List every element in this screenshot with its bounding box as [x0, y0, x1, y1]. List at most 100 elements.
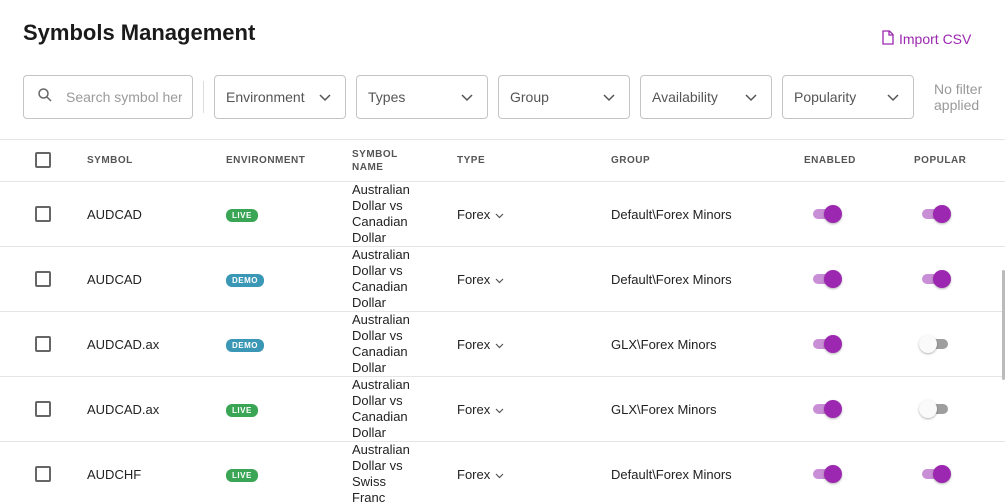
environment-select-label: Environment: [226, 89, 305, 105]
table-row[interactable]: AUDCAD.ax LIVE Australian Dollar vs Canadi…: [0, 377, 1005, 442]
enabled-toggle[interactable]: [811, 465, 842, 483]
symbol-name-line: Australian: [352, 442, 410, 457]
type-dropdown[interactable]: Forex: [457, 272, 504, 287]
column-header-environment[interactable]: ENVIRONMENT: [226, 155, 305, 166]
environment-badge: LIVE: [226, 209, 258, 222]
symbol-name-line: Canadian: [352, 279, 408, 294]
symbol-name-line: Dollar vs: [352, 198, 403, 213]
search-box[interactable]: [23, 75, 193, 119]
chevron-down-icon: [495, 337, 504, 352]
type-label: Forex: [457, 207, 491, 222]
group-cell: Default\Forex Minors: [611, 272, 732, 287]
type-dropdown[interactable]: Forex: [457, 402, 504, 417]
type-label: Forex: [457, 272, 491, 287]
symbol-name-line: Dollar vs: [352, 393, 403, 408]
symbol-name-cell: Australian Dollar vs Canadian Dollar: [352, 182, 422, 246]
chevron-down-icon: [887, 89, 899, 105]
filter-status-line: No filter: [934, 81, 983, 97]
type-dropdown[interactable]: Forex: [457, 207, 504, 222]
symbols-table: SYMBOL ENVIRONMENT SYMBOL NAME TYPE GROU…: [0, 139, 1005, 504]
symbol-name-line: Dollar vs: [352, 458, 403, 473]
symbol-name-line: Dollar vs: [352, 328, 403, 343]
import-csv-label: Import CSV: [899, 31, 972, 47]
column-header-symbol-name-line: SYMBOL: [352, 149, 398, 160]
row-checkbox[interactable]: [35, 401, 51, 417]
column-header-symbol-name-line: NAME: [352, 162, 384, 173]
column-header-popular[interactable]: POPULAR: [914, 155, 966, 166]
column-header-enabled[interactable]: ENABLED: [804, 155, 856, 166]
table-body: AUDCAD LIVE Australian Dollar vs Canadian D…: [0, 182, 1005, 504]
type-dropdown[interactable]: Forex: [457, 467, 504, 482]
symbol-name-line: Australian: [352, 247, 410, 262]
popularity-select[interactable]: Popularity: [782, 75, 914, 119]
symbol-cell: AUDCAD.ax: [87, 337, 160, 352]
type-label: Forex: [457, 467, 491, 482]
table-row[interactable]: AUDCAD LIVE Australian Dollar vs Canadian D…: [0, 182, 1005, 247]
chevron-down-icon: [461, 89, 473, 105]
column-header-symbol[interactable]: SYMBOL: [87, 155, 133, 166]
popular-toggle[interactable]: [920, 270, 951, 288]
symbol-name-line: Dollar: [352, 230, 386, 245]
symbol-name-line: Dollar: [352, 425, 386, 440]
types-select-label: Types: [368, 89, 406, 105]
group-select[interactable]: Group: [498, 75, 630, 119]
symbol-name-line: Dollar: [352, 295, 386, 310]
table-row[interactable]: AUDCHF LIVE Australian Dollar vs Swiss Fran…: [0, 442, 1005, 504]
type-dropdown[interactable]: Forex: [457, 337, 504, 352]
type-label: Forex: [457, 337, 491, 352]
symbol-name-line: Australian: [352, 312, 410, 327]
chevron-down-icon: [495, 207, 504, 222]
symbol-name-line: Dollar: [352, 360, 386, 375]
type-label: Forex: [457, 402, 491, 417]
types-select[interactable]: Types: [356, 75, 488, 119]
popular-toggle[interactable]: [919, 400, 950, 418]
row-checkbox[interactable]: [35, 271, 51, 287]
popular-toggle[interactable]: [919, 335, 950, 353]
symbol-name-line: Canadian: [352, 409, 408, 424]
filter-status: No filter applied: [934, 81, 994, 113]
chevron-down-icon: [495, 272, 504, 287]
enabled-toggle[interactable]: [811, 335, 842, 353]
symbol-name-line: Franc: [352, 490, 386, 504]
table-row[interactable]: AUDCAD DEMO Australian Dollar vs Canadian D…: [0, 247, 1005, 312]
environment-badge: DEMO: [226, 274, 264, 287]
chevron-down-icon: [745, 89, 757, 105]
popularity-select-label: Popularity: [794, 89, 857, 105]
select-all-checkbox[interactable]: [35, 152, 51, 168]
chevron-down-icon: [319, 89, 331, 105]
symbol-name-cell: Australian Dollar vs Swiss Franc: [352, 442, 422, 504]
symbol-name-line: Swiss: [352, 474, 386, 489]
enabled-toggle[interactable]: [811, 205, 842, 223]
search-input[interactable]: [66, 89, 182, 105]
symbol-name-line: Australian: [352, 377, 410, 392]
enabled-toggle[interactable]: [811, 400, 842, 418]
table-header: SYMBOL ENVIRONMENT SYMBOL NAME TYPE GROU…: [0, 140, 1005, 182]
environment-select[interactable]: Environment: [214, 75, 346, 119]
column-header-group[interactable]: GROUP: [611, 155, 650, 166]
column-header-type[interactable]: TYPE: [457, 155, 485, 166]
file-icon: [882, 30, 894, 48]
popular-toggle[interactable]: [920, 205, 951, 223]
import-csv-button[interactable]: Import CSV: [882, 30, 971, 48]
search-icon: [38, 87, 52, 107]
enabled-toggle[interactable]: [811, 270, 842, 288]
symbol-name-line: Dollar vs: [352, 263, 403, 278]
symbol-cell: AUDCHF: [87, 467, 142, 482]
chevron-down-icon: [495, 467, 504, 482]
row-checkbox[interactable]: [35, 206, 51, 222]
popular-toggle[interactable]: [920, 465, 951, 483]
group-cell: GLX\Forex Minors: [611, 337, 717, 352]
filter-divider: [203, 81, 204, 113]
symbol-name-cell: Australian Dollar vs Canadian Dollar: [352, 247, 422, 311]
availability-select[interactable]: Availability: [640, 75, 772, 119]
table-row[interactable]: AUDCAD.ax DEMO Australian Dollar vs Canadi…: [0, 312, 1005, 377]
symbol-name-cell: Australian Dollar vs Canadian Dollar: [352, 312, 422, 376]
column-header-symbol-name[interactable]: SYMBOL NAME: [352, 148, 398, 174]
chevron-down-icon: [603, 89, 615, 105]
environment-badge: LIVE: [226, 404, 258, 417]
row-checkbox[interactable]: [35, 336, 51, 352]
group-cell: GLX\Forex Minors: [611, 402, 717, 417]
environment-badge: LIVE: [226, 469, 258, 482]
group-select-label: Group: [510, 89, 549, 105]
row-checkbox[interactable]: [35, 466, 51, 482]
